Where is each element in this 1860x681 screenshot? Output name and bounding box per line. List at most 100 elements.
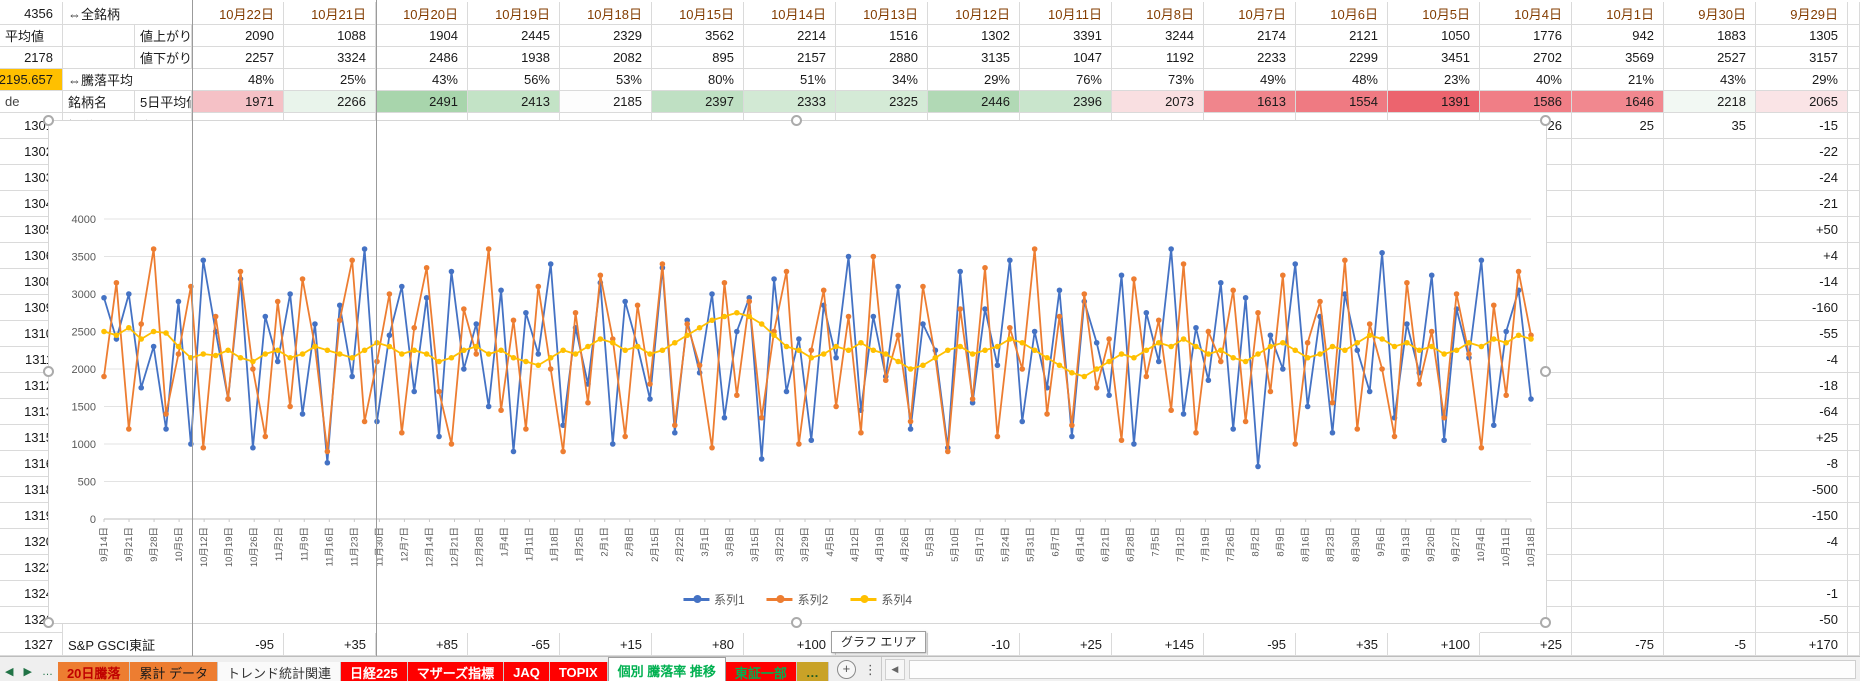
decliners-cell[interactable]: 2486 [376,47,468,69]
edge-cell[interactable] [1848,633,1860,656]
tab-more[interactable]: … [797,662,829,681]
stock-change-cell[interactable]: -1 [1756,581,1848,607]
stock-change-cell[interactable]: -8 [1756,451,1848,477]
advancers-cell[interactable]: 2329 [560,25,652,47]
empty-cell[interactable] [1664,555,1756,581]
edge-cell[interactable] [1848,399,1860,425]
date-header[interactable]: 10月11日 [1020,2,1112,25]
bottom-change-cell[interactable]: +170 [1756,633,1848,656]
edge-cell[interactable] [1848,425,1860,451]
bottom-change-cell[interactable]: +35 [1296,633,1388,656]
edge-cell[interactable] [1848,69,1860,91]
date-header[interactable]: 10月6日 [1296,2,1388,25]
legend-item[interactable]: 系列1 [683,591,745,608]
advancers-cell[interactable]: 1305 [1756,25,1848,47]
date-header[interactable]: 10月13日 [836,2,928,25]
advancers-cell[interactable]: 2121 [1296,25,1388,47]
empty-cell[interactable] [1664,295,1756,321]
ratio-cell[interactable]: 34% [836,69,928,91]
ratio-cell[interactable]: 43% [376,69,468,91]
ratio-cell[interactable]: 73% [1112,69,1204,91]
empty-cell[interactable] [1664,477,1756,503]
empty-cell[interactable] [1572,269,1664,295]
edge-cell[interactable] [1848,607,1860,633]
date-header[interactable]: 9月29日 [1756,2,1848,25]
advancers-cell[interactable]: 1088 [284,25,376,47]
ratio-cell[interactable]: 40% [1480,69,1572,91]
date-header[interactable]: 10月18日 [560,2,652,25]
decliners-cell[interactable]: 2233 [1204,47,1296,69]
cell-tohraku-average-label[interactable]: ⇔騰落平均 [63,69,192,91]
cell-stock-name-label[interactable]: 銘柄名 [63,91,135,113]
empty-cell[interactable] [1664,165,1756,191]
date-header[interactable]: 10月14日 [744,2,836,25]
empty-cell[interactable] [1664,269,1756,295]
ratio-cell[interactable]: 51% [744,69,836,91]
stock-change-cell[interactable]: -22 [1756,139,1848,165]
empty-cell[interactable] [1572,503,1664,529]
ratio-cell[interactable]: 49% [1204,69,1296,91]
advancers-cell[interactable]: 2090 [192,25,284,47]
decliners-cell[interactable]: 3451 [1388,47,1480,69]
avg5d-cell[interactable]: 2397 [652,91,744,113]
ratio-cell[interactable]: 80% [652,69,744,91]
empty-cell[interactable] [1664,373,1756,399]
edge-cell[interactable] [1848,269,1860,295]
avg5d-cell[interactable]: 2185 [560,91,652,113]
cell-5day-avg-label[interactable]: 5日平均値上 [135,91,192,113]
stock-change-cell[interactable]: -50 [1756,607,1848,633]
edge-cell[interactable] [1848,2,1860,25]
tab-kobetsu-tohraku[interactable]: 個別 騰落率 推移 [608,657,726,681]
stock-change-cell[interactable] [1756,555,1848,581]
decliners-cell[interactable]: 2257 [192,47,284,69]
empty-cell[interactable] [1572,191,1664,217]
cell-decliners-label[interactable]: 値下がり銘柄 [135,47,192,69]
empty-cell[interactable] [1572,243,1664,269]
ratio-cell[interactable]: 48% [192,69,284,91]
ratio-cell[interactable]: 25% [284,69,376,91]
bottom-change-cell[interactable]: +25 [1480,633,1572,656]
decliners-cell[interactable]: 2702 [1480,47,1572,69]
edge-cell[interactable] [1848,47,1860,69]
chart-handle-top-right[interactable] [1540,115,1551,126]
scrollbar-thumb[interactable] [909,660,1856,679]
stock-change-cell[interactable]: +4 [1756,243,1848,269]
tab-topix[interactable]: TOPIX [550,662,608,681]
edge-cell[interactable] [1848,321,1860,347]
empty-cell[interactable] [1572,295,1664,321]
empty-cell[interactable] [1664,321,1756,347]
edge-cell[interactable] [1848,243,1860,269]
ratio-cell[interactable]: 21% [1572,69,1664,91]
sheet-nav-more-icon[interactable]: … [37,666,58,681]
date-header[interactable]: 10月22日 [192,2,284,25]
empty-cell[interactable] [1664,425,1756,451]
date-header[interactable]: 10月12日 [928,2,1020,25]
advancers-cell[interactable]: 1883 [1664,25,1756,47]
stock-change-cell[interactable]: -150 [1756,503,1848,529]
sheet-nav-next-icon[interactable]: ▶ [18,665,36,681]
edge-cell[interactable] [1848,555,1860,581]
stock-change-cell[interactable]: +25 [1756,425,1848,451]
avg5d-cell[interactable]: 1586 [1480,91,1572,113]
sheet-nav-prev-icon[interactable]: ◀ [0,665,18,681]
decliners-cell[interactable]: 2527 [1664,47,1756,69]
empty-cell[interactable] [1664,451,1756,477]
advancers-cell[interactable]: 3244 [1112,25,1204,47]
cell-bottom-name[interactable]: S&P GSCI東証 [63,633,192,656]
empty-cell[interactable] [1664,243,1756,269]
edge-cell[interactable] [1848,373,1860,399]
ratio-cell[interactable]: 76% [1020,69,1112,91]
advancers-cell[interactable]: 1050 [1388,25,1480,47]
date-header[interactable]: 10月15日 [652,2,744,25]
advancers-cell[interactable]: 2214 [744,25,836,47]
decliners-cell[interactable]: 3569 [1572,47,1664,69]
date-header[interactable]: 10月21日 [284,2,376,25]
avg5d-cell[interactable]: 2218 [1664,91,1756,113]
avg5d-cell[interactable]: 2065 [1756,91,1848,113]
date-header[interactable]: 10月7日 [1204,2,1296,25]
legend-item[interactable]: 系列4 [850,591,912,608]
advancers-cell[interactable]: 3562 [652,25,744,47]
edge-cell[interactable] [1848,113,1860,139]
cell-blank[interactable] [63,47,135,69]
ratio-cell[interactable]: 23% [1388,69,1480,91]
